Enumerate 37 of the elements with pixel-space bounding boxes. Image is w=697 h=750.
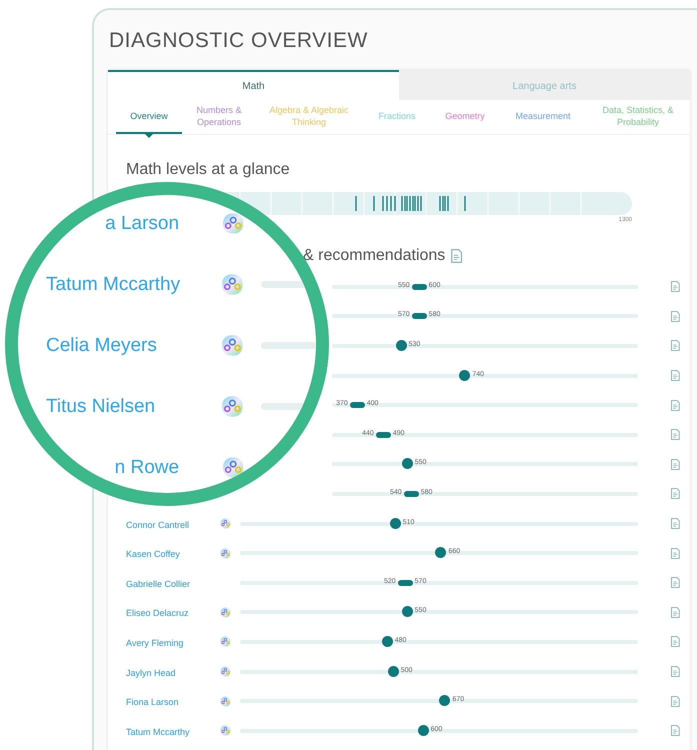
domain-tab[interactable]: Numbers & Operations [182,100,256,134]
student-name-link[interactable]: Fiona Larson [126,697,179,708]
report-icon[interactable] [671,636,680,648]
domain-tab[interactable]: Algebra & Algebraic Thinking [256,100,362,134]
report-icon[interactable] [671,548,680,559]
domain-tab[interactable]: Fractions [362,100,432,134]
report-icon[interactable] [671,606,680,618]
page-title: DIAGNOSTIC OVERVIEW [108,28,369,54]
report-icon[interactable] [671,310,680,322]
student-name-link[interactable]: Gabrielle Collier [126,578,190,589]
report-icon[interactable] [671,696,680,707]
subject-tab[interactable]: Math [108,70,399,100]
student-name-link[interactable]: Tatum Mccarthy [126,726,190,737]
domain-tab[interactable]: Geometry [432,100,498,134]
domain-tab[interactable]: Data, Statistics, & Probability [588,100,688,134]
student-name-link[interactable]: Jaylyn Head [126,668,176,678]
report-icon[interactable] [671,281,680,292]
subject-tab[interactable]: Language arts [399,70,690,100]
track-stub [261,342,316,349]
domain-tab[interactable]: Measurement [498,100,588,134]
report-icon[interactable] [671,488,680,500]
report-icon[interactable] [671,458,680,470]
report-icon[interactable] [671,666,680,678]
section-heading: & recommendations [303,246,446,266]
report-icon[interactable] [671,518,680,530]
report-icon[interactable] [451,249,462,263]
report-icon[interactable] [671,370,680,382]
report-icon[interactable] [671,340,680,352]
report-icon[interactable] [671,725,680,736]
student-name-link[interactable]: Kasen Coffey [126,549,180,560]
section-heading: Math levels at a glance [126,160,290,180]
report-icon[interactable] [671,429,680,440]
student-name-link[interactable]: Connor Cantrell [126,520,190,530]
student-name-link[interactable]: Avery Fleming [126,638,184,648]
student-name-link[interactable]: Eliseo Delacruz [126,608,189,618]
report-icon[interactable] [671,577,680,588]
report-icon[interactable] [671,400,680,411]
